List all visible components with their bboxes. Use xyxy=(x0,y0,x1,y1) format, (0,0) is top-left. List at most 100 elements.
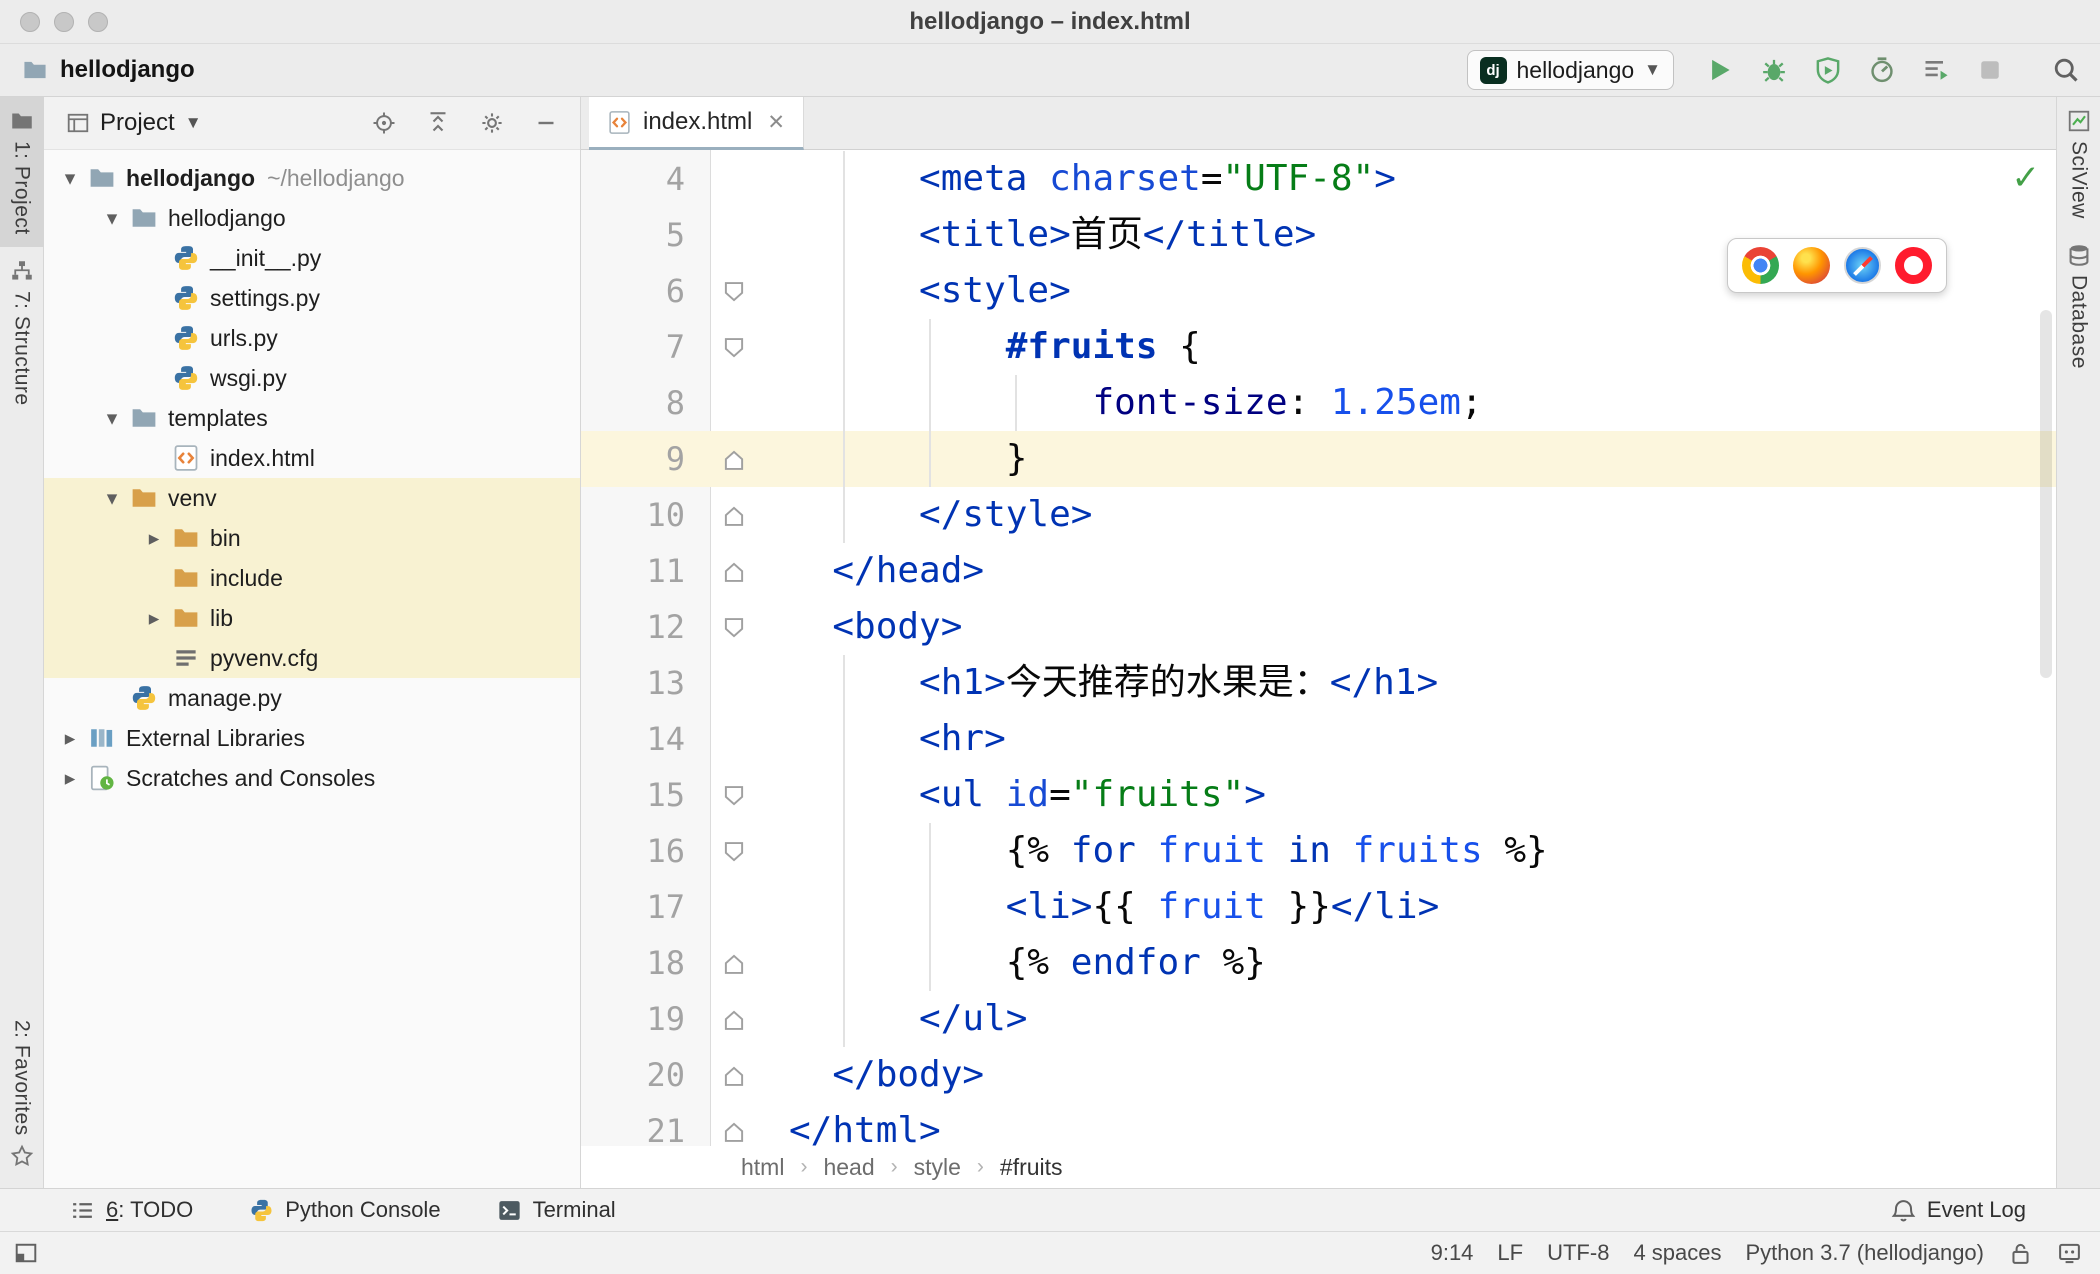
tree-item-hellodjango[interactable]: ▾ hellodjango ~/hellodjango xyxy=(44,158,580,198)
code-line-19[interactable]: </ul> xyxy=(789,991,2056,1047)
firefox-icon[interactable] xyxy=(1793,247,1830,284)
fold-end-icon[interactable] xyxy=(721,559,747,585)
tree-item-templates[interactable]: ▾ templates xyxy=(44,398,580,438)
chevron-down-icon[interactable]: ▼ xyxy=(185,113,202,133)
fold-start-icon[interactable] xyxy=(721,279,747,305)
breadcrumb-item-fruits[interactable]: #fruits xyxy=(1000,1154,1063,1181)
fold-start-icon[interactable] xyxy=(721,615,747,641)
editor-tab-index-html[interactable]: index.html ✕ xyxy=(589,97,804,150)
line-number-21[interactable]: 21 xyxy=(581,1103,711,1146)
toolwindow-toggle-icon[interactable] xyxy=(14,1241,38,1265)
chevron-right-icon[interactable]: ▸ xyxy=(136,526,172,551)
line-number-8[interactable]: 8 xyxy=(581,375,711,431)
fold-end-icon[interactable] xyxy=(721,1007,747,1033)
code-line-11[interactable]: </head> xyxy=(789,543,2056,599)
code-line-16[interactable]: {% for fruit in fruits %} xyxy=(789,823,2056,879)
fold-start-icon[interactable] xyxy=(721,783,747,809)
line-number-17[interactable]: 17 xyxy=(581,879,711,935)
code-line-9[interactable]: } xyxy=(789,431,2056,487)
run-with-coverage-button[interactable] xyxy=(1814,56,1842,84)
tree-item-lib[interactable]: ▸ lib xyxy=(44,598,580,638)
interpreter-widget[interactable]: Python 3.7 (hellodjango) xyxy=(1746,1240,1985,1266)
tree-item-urls-py[interactable]: urls.py xyxy=(44,318,580,358)
fold-end-icon[interactable] xyxy=(721,951,747,977)
python-console-button[interactable]: Python Console xyxy=(249,1197,441,1223)
code-line-4[interactable]: <meta charset="UTF-8"> xyxy=(789,151,2056,207)
tree-item-bin[interactable]: ▸ bin xyxy=(44,518,580,558)
opera-icon[interactable] xyxy=(1895,247,1932,284)
code-line-14[interactable]: <hr> xyxy=(789,711,2056,767)
tree-item-venv[interactable]: ▾ venv xyxy=(44,478,580,518)
line-number-15[interactable]: 15 xyxy=(581,767,711,823)
highlighting-level-icon[interactable] xyxy=(2057,1241,2082,1266)
tool-window-database-button[interactable]: Database xyxy=(2057,231,2100,381)
tree-item-manage-py[interactable]: manage.py xyxy=(44,678,580,718)
caret-position-widget[interactable]: 9:14 xyxy=(1431,1240,1474,1266)
debug-button[interactable] xyxy=(1760,56,1788,84)
line-separator-widget[interactable]: LF xyxy=(1497,1240,1523,1266)
tree-item-hellodjango[interactable]: ▾ hellodjango xyxy=(44,198,580,238)
code-line-12[interactable]: <body> xyxy=(789,599,2056,655)
code-line-21[interactable]: </html> xyxy=(789,1103,2056,1146)
settings-gear-button[interactable] xyxy=(480,111,504,135)
collapse-all-button[interactable] xyxy=(426,111,450,135)
fold-end-icon[interactable] xyxy=(721,1119,747,1145)
line-number-10[interactable]: 10 xyxy=(581,487,711,543)
code-line-18[interactable]: {% endfor %} xyxy=(789,935,2056,991)
fold-start-icon[interactable] xyxy=(721,839,747,865)
breadcrumb-item-style[interactable]: style xyxy=(914,1154,961,1181)
tree-item-external-libraries[interactable]: ▸ External Libraries xyxy=(44,718,580,758)
line-number-6[interactable]: 6 xyxy=(581,263,711,319)
lock-icon[interactable] xyxy=(2008,1241,2033,1266)
run-config-selector[interactable]: dj hellodjango ▼ xyxy=(1466,50,1674,90)
safari-icon[interactable] xyxy=(1844,247,1881,284)
stop-button[interactable] xyxy=(1976,56,2004,84)
line-number-20[interactable]: 20 xyxy=(581,1047,711,1103)
code-line-13[interactable]: <h1>今天推荐的水果是：</h1> xyxy=(789,655,2056,711)
project-view-selector[interactable]: Project xyxy=(100,109,175,137)
tree-item-index-html[interactable]: index.html xyxy=(44,438,580,478)
fold-end-icon[interactable] xyxy=(721,447,747,473)
hide-panel-button[interactable] xyxy=(534,111,558,135)
code-line-8[interactable]: font-size: 1.25em; xyxy=(789,375,2056,431)
run-button[interactable] xyxy=(1706,56,1734,84)
locate-file-button[interactable] xyxy=(372,111,396,135)
indent-widget[interactable]: 4 spaces xyxy=(1633,1240,1721,1266)
tree-item-scratches-and-consoles[interactable]: ▸ Scratches and Consoles xyxy=(44,758,580,798)
line-number-9[interactable]: 9 xyxy=(581,431,711,487)
code-text[interactable]: <meta charset="UTF-8"> <title>首页</title>… xyxy=(757,151,2056,1146)
chevron-down-icon[interactable]: ▾ xyxy=(94,206,130,231)
code-line-10[interactable]: </style> xyxy=(789,487,2056,543)
line-number-7[interactable]: 7 xyxy=(581,319,711,375)
line-number-5[interactable]: 5 xyxy=(581,207,711,263)
breadcrumb-item-html[interactable]: html xyxy=(741,1154,784,1181)
tree-item-wsgi-py[interactable]: wsgi.py xyxy=(44,358,580,398)
editor-scrollbar[interactable] xyxy=(2040,310,2052,678)
line-number-13[interactable]: 13 xyxy=(581,655,711,711)
line-number-18[interactable]: 18 xyxy=(581,935,711,991)
profiler-button[interactable] xyxy=(1868,56,1896,84)
chevron-right-icon[interactable]: ▸ xyxy=(52,766,88,791)
code-line-17[interactable]: <li>{{ fruit }}</li> xyxy=(789,879,2056,935)
close-tab-icon[interactable]: ✕ xyxy=(767,110,785,135)
tool-window-sciview-button[interactable]: SciView xyxy=(2057,97,2100,231)
tree-item-pyvenv-cfg[interactable]: pyvenv.cfg xyxy=(44,638,580,678)
line-number-12[interactable]: 12 xyxy=(581,599,711,655)
code-line-7[interactable]: #fruits { xyxy=(789,319,2056,375)
code-line-20[interactable]: </body> xyxy=(789,1047,2056,1103)
chevron-down-icon[interactable]: ▾ xyxy=(94,406,130,431)
chevron-right-icon[interactable]: ▸ xyxy=(136,606,172,631)
event-log-button[interactable]: Event Log xyxy=(1891,1197,2100,1223)
fold-end-icon[interactable] xyxy=(721,503,747,529)
breadcrumb-item-head[interactable]: head xyxy=(823,1154,874,1181)
code-editor[interactable]: 4 5 6 7 8 9 10 11 12 13 14 15 16 17 18 19 20 21 <meta cha… xyxy=(581,150,2056,1146)
run-configurations-button[interactable] xyxy=(1922,56,1950,84)
fold-start-icon[interactable] xyxy=(721,335,747,361)
line-number-14[interactable]: 14 xyxy=(581,711,711,767)
code-line-15[interactable]: <ul id="fruits"> xyxy=(789,767,2056,823)
todo-button[interactable]: 6: TODO xyxy=(70,1197,193,1223)
tool-window-project-button[interactable]: 1: Project xyxy=(0,97,44,247)
terminal-button[interactable]: Terminal xyxy=(497,1197,616,1223)
chevron-down-icon[interactable]: ▾ xyxy=(94,486,130,511)
tool-window-structure-button[interactable]: 7: Structure xyxy=(0,247,44,418)
